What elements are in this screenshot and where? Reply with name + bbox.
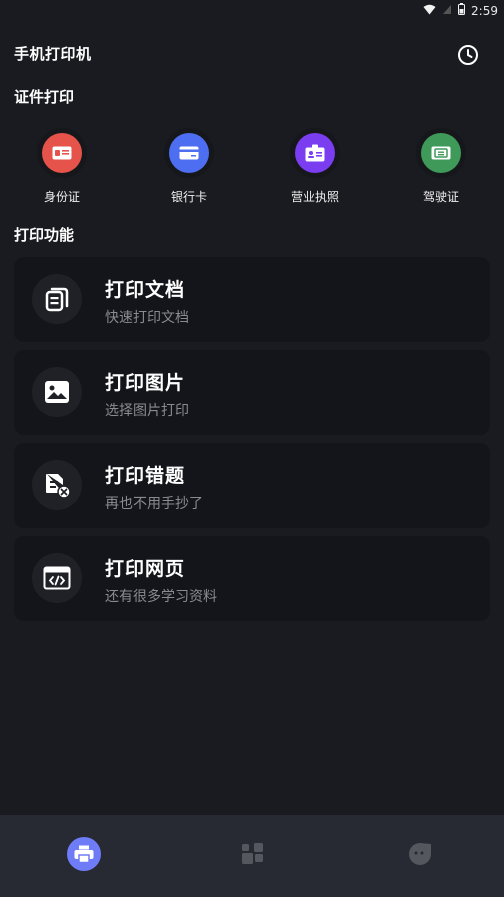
nav-profile[interactable] [402, 836, 438, 872]
document-icon [45, 287, 69, 312]
card-subtitle: 快速打印文档 [105, 310, 189, 326]
section-title-cert: 证件打印 [14, 88, 75, 106]
profile-icon [409, 843, 431, 865]
bottom-nav [0, 815, 504, 897]
card-title: 打印文档 [105, 279, 186, 301]
cert-item-business-license[interactable]: 营业执照 [265, 128, 365, 205]
nav-apps[interactable] [234, 836, 270, 872]
cert-label: 银行卡 [170, 190, 207, 204]
history-button[interactable] [456, 43, 480, 67]
wrong-question-icon [46, 474, 71, 499]
card-print-webpage[interactable]: 打印网页 还有很多学习资料 [14, 536, 490, 621]
section-title-functions: 打印功能 [14, 226, 75, 244]
nav-print[interactable] [66, 836, 102, 872]
id-card-icon [52, 146, 72, 160]
card-title: 打印网页 [105, 558, 186, 580]
card-print-document[interactable]: 打印文档 快速打印文档 [14, 257, 490, 342]
signal-icon [442, 4, 452, 18]
cert-label: 营业执照 [290, 190, 339, 204]
cert-label: 身份证 [43, 190, 80, 204]
card-print-image[interactable]: 打印图片 选择图片打印 [14, 350, 490, 435]
cert-item-driver-license[interactable]: 驾驶证 [391, 128, 491, 205]
card-print-wrong-questions[interactable]: 打印错题 再也不用手抄了 [14, 443, 490, 528]
image-icon [45, 381, 69, 403]
card-subtitle: 选择图片打印 [105, 403, 189, 419]
bank-card-icon [179, 146, 199, 160]
driver-license-icon [431, 146, 451, 160]
card-title: 打印错题 [105, 465, 186, 487]
card-title: 打印图片 [105, 372, 186, 394]
app-header: 手机打印机 [0, 40, 504, 70]
wifi-icon [423, 4, 436, 18]
cert-row: 身份证 银行卡 营业执照 驾驶证 [0, 128, 504, 208]
battery-icon [458, 3, 466, 18]
webpage-icon [43, 566, 71, 590]
cert-label: 驾驶证 [422, 190, 459, 204]
card-subtitle: 还有很多学习资料 [105, 589, 217, 605]
apps-grid-icon [242, 843, 263, 864]
status-bar: 2:59 [0, 0, 504, 22]
app-title: 手机打印机 [14, 45, 92, 63]
status-time: 2:59 [471, 3, 498, 18]
printer-icon [74, 845, 94, 863]
card-subtitle: 再也不用手抄了 [105, 496, 203, 512]
clock-icon [458, 45, 478, 65]
business-license-icon [305, 144, 325, 162]
cert-item-bank-card[interactable]: 银行卡 [139, 128, 239, 205]
cert-item-id-card[interactable]: 身份证 [12, 128, 112, 205]
